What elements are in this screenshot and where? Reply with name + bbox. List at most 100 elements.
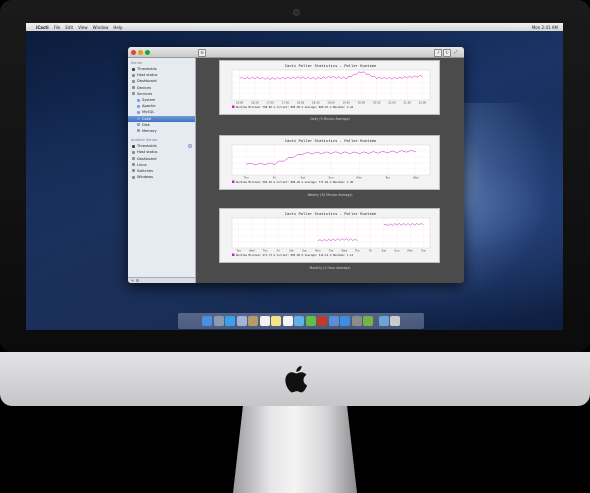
x-tick-label: 19:30: [342, 101, 350, 105]
runtime-chart: Cacti Poller Statistics - Poller Runtime…: [231, 211, 431, 257]
itunes-icon[interactable]: [328, 316, 339, 326]
runtime-chart: Cacti Poller Statistics - Poller Runtime…: [231, 138, 431, 184]
x-tick-label: Tue: [385, 176, 390, 180]
zoom-button[interactable]: [145, 49, 150, 55]
x-tick-label: 20:30: [373, 101, 381, 105]
graph-weekly[interactable]: Cacti Poller Statistics - Poller Runtime…: [219, 135, 440, 190]
services-icon: [132, 92, 135, 96]
x-tick-label: Tue: [421, 249, 426, 253]
x-tick-label: 19:00: [327, 101, 335, 105]
graph-caption: Daily (5 Minute Average): [310, 117, 350, 121]
trash-icon[interactable]: [390, 316, 400, 326]
menu-clock[interactable]: Mon 2:41 AM: [532, 25, 558, 30]
mail-icon[interactable]: [236, 316, 247, 326]
sidebar-item-label: Disk: [142, 122, 150, 127]
x-tick-label: 18:00: [297, 101, 305, 105]
folder-icon: [137, 98, 140, 102]
x-tick-label: Tue: [329, 249, 334, 253]
x-tick-label: Sun: [329, 176, 334, 180]
x-tick-label: Thu: [355, 249, 360, 253]
x-tick-label: Wed: [413, 176, 419, 180]
sidebar-list-another-server: Thresholds 2 Host status Dashboard Linux Swit…: [128, 143, 195, 180]
x-tick-label: Mon: [357, 176, 363, 180]
sidebar-item-label: Host status: [137, 150, 158, 155]
sidebar-item-label: Windows: [137, 175, 154, 180]
x-tick-label: Sun: [302, 249, 307, 253]
notes-icon[interactable]: [271, 316, 281, 326]
warning-icon: [132, 67, 135, 71]
menu-file[interactable]: File: [54, 25, 61, 30]
calendar-icon[interactable]: [259, 316, 270, 326]
x-tick-label: 16:30: [251, 101, 259, 105]
folder-icon: [137, 123, 140, 127]
photobooth-icon[interactable]: [317, 316, 327, 326]
x-tick-label: 17:00: [266, 101, 274, 105]
device-icon: [132, 169, 135, 173]
sidebar-item-windows[interactable]: Windows: [128, 174, 195, 180]
x-tick-label: Sat: [289, 249, 293, 253]
graph-caption: Monthly (2 Hour Average): [309, 266, 351, 270]
fullscreen-icon[interactable]: ⤢: [453, 49, 459, 55]
sidebar-footer[interactable]: + ⚙: [128, 277, 195, 283]
count-badge: 2: [188, 144, 192, 149]
apple-logo-icon: [285, 365, 308, 393]
close-button[interactable]: [131, 49, 136, 55]
x-tick-label: 16:00: [236, 101, 244, 105]
chart-legend: Runtime Minimum: 384.20 m Current: 886.2…: [236, 180, 354, 184]
sidebar-list-server: Thresholds Host status Dashboard Devices Ser…: [128, 66, 195, 134]
safari-icon[interactable]: [225, 316, 235, 326]
imac-stand: [233, 406, 357, 493]
minimize-button[interactable]: [138, 49, 143, 55]
icacti-icon[interactable]: [363, 316, 373, 326]
sidebar-item-label: Switches: [137, 168, 153, 173]
x-tick-label: Sat: [382, 249, 386, 253]
sidebar-item-label: Host status: [137, 73, 158, 78]
runtime-chart: Cacti Poller Statistics - Poller Runtime…: [231, 63, 431, 109]
folder-icon: [137, 129, 140, 133]
preferences-icon[interactable]: [351, 316, 362, 326]
menu-window[interactable]: Window: [93, 25, 109, 30]
messages-icon[interactable]: [294, 316, 304, 326]
x-tick-label: Mon: [315, 249, 321, 253]
desktop-screen: iCacti File Edit View Window Help Mon 2:…: [26, 23, 563, 330]
graph-monthly[interactable]: Cacti Poller Statistics - Poller Runtime…: [219, 208, 440, 263]
gear-icon[interactable]: ⚙: [198, 49, 206, 57]
x-tick-label: 17:30: [282, 101, 290, 105]
x-tick-label: Sat: [301, 176, 305, 180]
menu-app-name[interactable]: iCacti: [36, 25, 49, 30]
dock: [178, 313, 424, 329]
window-titlebar[interactable]: ⚙ ↗ ↻ ⤢: [128, 47, 464, 58]
sidebar: Server Thresholds Host status Dashboard Dev…: [128, 58, 196, 283]
sidebar-item-label: Thresholds: [137, 144, 157, 149]
sidebar-item-label: System: [142, 98, 156, 103]
warning-icon: [132, 144, 135, 148]
chart-title: Cacti Poller Statistics - Poller Runtime: [285, 138, 377, 143]
graph-pane: Cacti Poller Statistics - Poller Runtime…: [196, 58, 464, 283]
server-icon: [132, 150, 135, 154]
share-icon[interactable]: ↗: [434, 49, 442, 57]
refresh-icon[interactable]: ↻: [443, 49, 451, 57]
sidebar-item-label: Devices: [137, 85, 152, 90]
folder-icon[interactable]: [378, 316, 389, 326]
sidebar-item-label: Linux: [137, 162, 147, 167]
graph-daily[interactable]: Cacti Poller Statistics - Poller Runtime…: [219, 60, 440, 115]
menu-help[interactable]: Help: [113, 25, 122, 30]
finder-icon[interactable]: [202, 316, 212, 326]
facetime-icon[interactable]: [305, 316, 316, 326]
sidebar-item-memory[interactable]: Memory: [128, 128, 195, 134]
chart-title: Cacti Poller Statistics - Poller Runtime: [285, 211, 377, 216]
contacts-icon[interactable]: [248, 316, 258, 326]
sidebar-item-label: Memory: [142, 128, 157, 133]
menu-view[interactable]: View: [78, 25, 88, 30]
menu-edit[interactable]: Edit: [65, 25, 73, 30]
launchpad-icon[interactable]: [213, 316, 224, 326]
device-icon: [132, 175, 135, 179]
sidebar-section-header: Another Server: [131, 138, 158, 143]
device-icon: [132, 86, 135, 90]
x-tick-label: Tue: [236, 249, 241, 253]
sidebar-item-label: Dashboard: [137, 79, 157, 84]
x-tick-label: Sun: [395, 249, 400, 253]
appstore-icon[interactable]: [340, 316, 350, 326]
reminders-icon[interactable]: [282, 316, 293, 326]
x-tick-label: 18:30: [312, 101, 320, 105]
